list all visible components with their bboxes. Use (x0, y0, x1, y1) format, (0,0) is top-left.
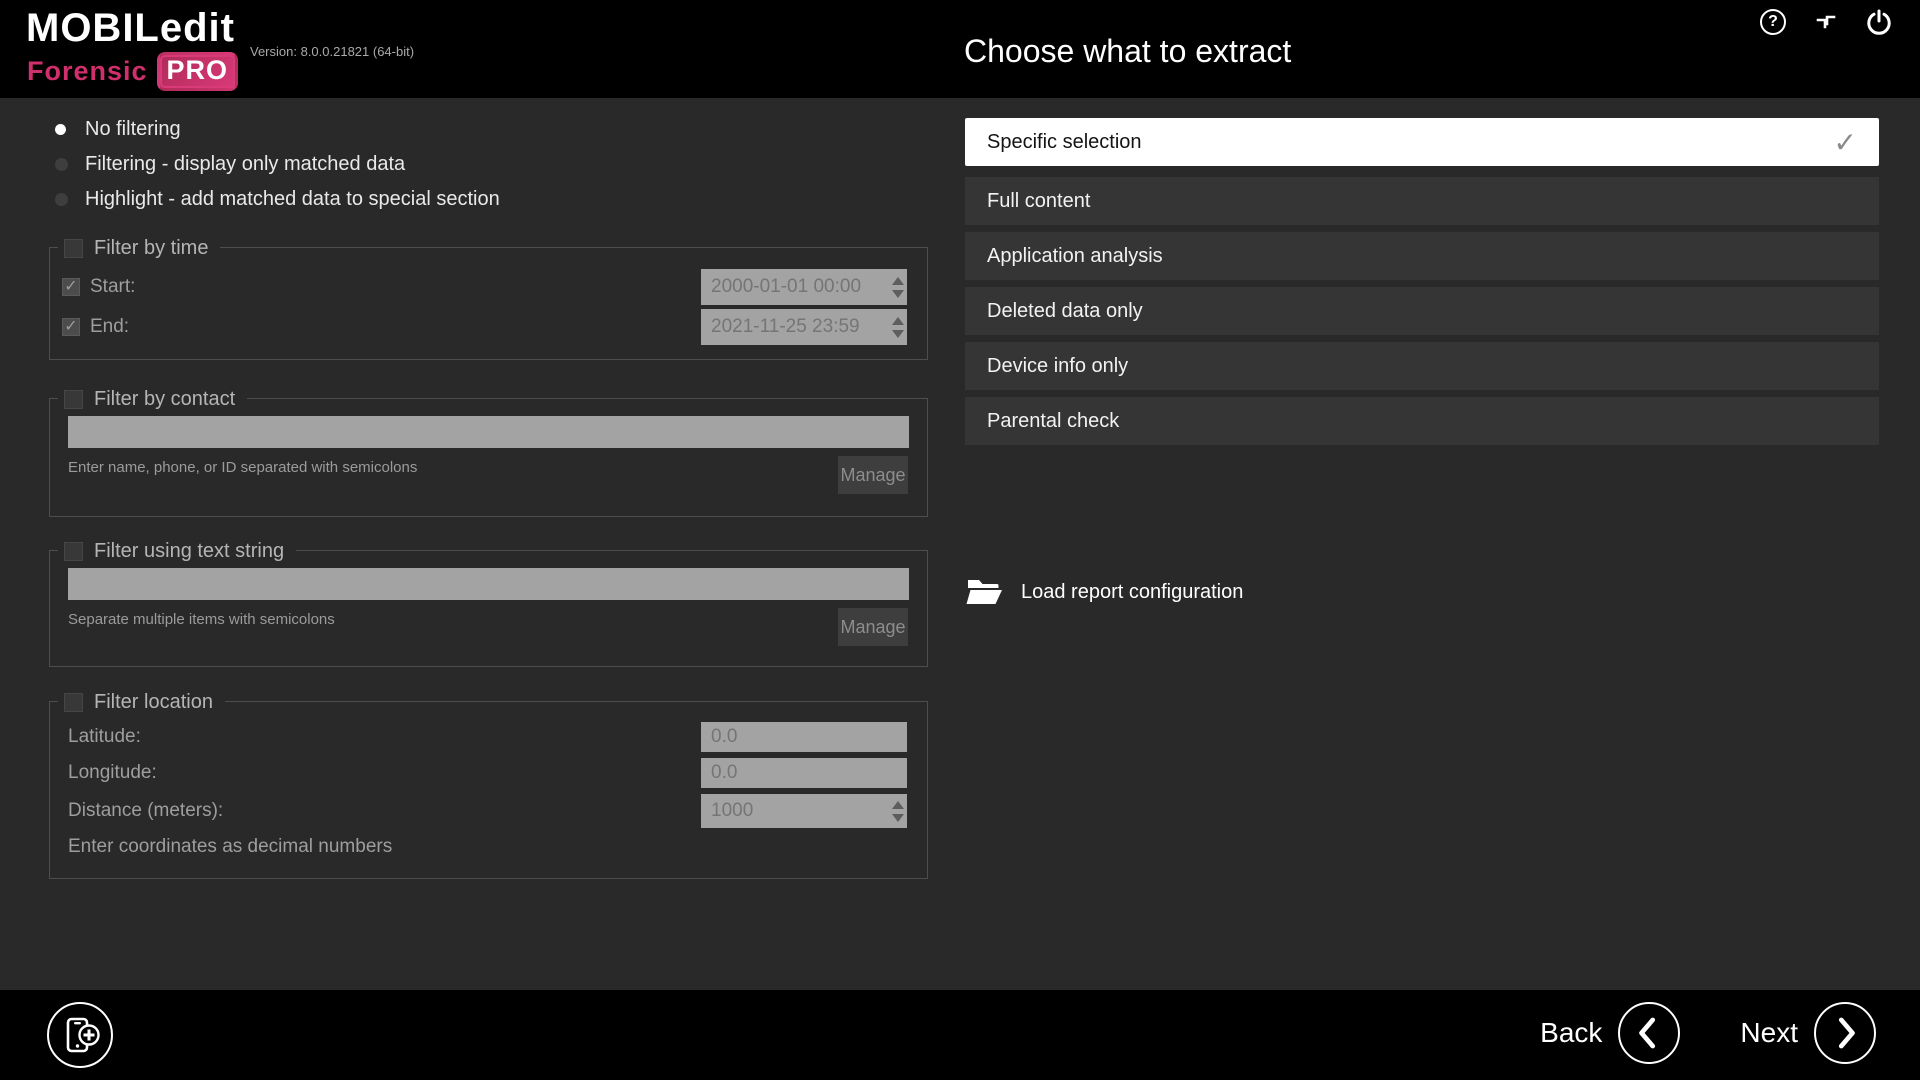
option-device-info-only[interactable]: Device info only (965, 342, 1879, 390)
filter-by-contact-checkbox[interactable] (64, 390, 83, 409)
end-datetime-input[interactable] (701, 309, 907, 345)
radio-label: No filtering (85, 118, 181, 141)
option-application-analysis[interactable]: Application analysis (965, 232, 1879, 280)
filter-by-time-legend: Filter by time (58, 234, 220, 262)
next-circle (1814, 1002, 1876, 1064)
filter-by-contact-label: Filter by contact (94, 388, 235, 411)
filter-by-contact-groupbox: Filter by contact Enter name, phone, or … (49, 398, 928, 517)
radio-filtering-matched[interactable]: Filtering - display only matched data (55, 149, 405, 179)
restore-window-icon (1814, 10, 1838, 34)
load-report-configuration-label: Load report configuration (1021, 581, 1243, 604)
radio-label: Highlight - add matched data to special … (85, 188, 500, 211)
contact-filter-hint: Enter name, phone, or ID separated with … (68, 459, 417, 476)
filter-location-label: Filter location (94, 691, 213, 714)
option-deleted-data-only[interactable]: Deleted data only (965, 287, 1879, 335)
start-datetime-spinner[interactable] (889, 269, 907, 305)
spinner-up-icon (892, 277, 904, 285)
option-parental-check[interactable]: Parental check (965, 397, 1879, 445)
add-phone-icon (58, 1013, 102, 1057)
open-folder-icon (966, 577, 1004, 607)
option-label: Device info only (987, 355, 1128, 378)
option-label: Application analysis (987, 245, 1163, 268)
latitude-label: Latitude: (68, 722, 141, 752)
start-label: Start: (90, 276, 135, 298)
spinner-down-icon (892, 330, 904, 338)
longitude-input[interactable] (701, 758, 907, 788)
start-datetime-input[interactable] (701, 269, 907, 305)
version-text: Version: 8.0.0.21821 (64-bit) (250, 44, 414, 59)
radio-label: Filtering - display only matched data (85, 153, 405, 176)
wizard-navigation: Back Next (1540, 1002, 1876, 1064)
radio-unselected-icon (55, 193, 68, 206)
latitude-input[interactable] (701, 722, 907, 752)
power-button[interactable] (1864, 7, 1894, 37)
filter-location-checkbox[interactable] (64, 693, 83, 712)
end-label: End: (90, 316, 129, 338)
back-button[interactable]: Back (1540, 1002, 1680, 1064)
location-hint: Enter coordinates as decimal numbers (68, 836, 392, 858)
filter-by-time-groupbox: Filter by time ✓ Start: ✓ End: (49, 247, 928, 360)
filter-by-time-checkbox[interactable] (64, 239, 83, 258)
help-button[interactable]: ? (1758, 7, 1788, 37)
power-icon (1865, 8, 1893, 36)
filter-by-contact-legend: Filter by contact (58, 385, 247, 413)
option-label: Full content (987, 190, 1090, 213)
distance-input[interactable] (701, 794, 907, 828)
option-full-content[interactable]: Full content (965, 177, 1879, 225)
page-title: Choose what to extract (964, 33, 1291, 70)
chevron-left-icon (1620, 1002, 1678, 1064)
radio-highlight-matched[interactable]: Highlight - add matched data to special … (55, 184, 500, 214)
distance-spinner[interactable] (889, 794, 907, 828)
radio-no-filtering[interactable]: No filtering (55, 114, 181, 144)
spinner-down-icon (892, 290, 904, 298)
option-label: Parental check (987, 410, 1119, 433)
spinner-up-icon (892, 801, 904, 809)
app-logo-subtitle: Forensic PRO (27, 52, 238, 91)
filter-text-string-groupbox: Filter using text string Separate multip… (49, 550, 928, 667)
contact-filter-input[interactable] (68, 416, 909, 448)
pro-badge: PRO (157, 52, 239, 91)
checkmark-icon: ✓ (1834, 126, 1857, 159)
chevron-right-icon (1816, 1002, 1874, 1064)
restore-window-button[interactable] (1811, 7, 1841, 37)
end-datetime-spinner[interactable] (889, 309, 907, 345)
help-icon: ? (1760, 9, 1786, 35)
mobiledit-window: MOBILedit Forensic PRO Version: 8.0.0.21… (0, 0, 1920, 1080)
header-bar: MOBILedit Forensic PRO Version: 8.0.0.21… (0, 0, 1920, 98)
footer-bar: Back Next (0, 990, 1920, 1080)
end-checkbox[interactable]: ✓ (62, 318, 80, 336)
distance-label: Distance (meters): (68, 794, 223, 828)
radio-selected-icon (55, 124, 66, 135)
longitude-label: Longitude: (68, 758, 157, 788)
option-label: Specific selection (987, 131, 1142, 154)
filter-text-string-label: Filter using text string (94, 540, 284, 563)
manage-contacts-button[interactable]: Manage (838, 456, 908, 494)
add-device-button[interactable] (47, 1002, 113, 1068)
app-logo-forensic: Forensic (27, 56, 148, 87)
start-checkbox[interactable]: ✓ (62, 278, 80, 296)
main-content: No filtering Filtering - display only ma… (0, 98, 1920, 990)
manage-text-strings-button[interactable]: Manage (838, 608, 908, 646)
back-label: Back (1540, 1017, 1602, 1049)
text-string-filter-input[interactable] (68, 568, 909, 600)
spinner-up-icon (892, 317, 904, 325)
filter-location-groupbox: Filter location Latitude: Longitude: Dis… (49, 701, 928, 879)
text-string-filter-hint: Separate multiple items with semicolons (68, 611, 335, 628)
filter-by-time-label: Filter by time (94, 237, 208, 260)
load-report-configuration-button[interactable]: Load report configuration (966, 570, 1243, 614)
start-field-label: ✓ Start: (62, 269, 135, 305)
next-button[interactable]: Next (1740, 1002, 1876, 1064)
radio-unselected-icon (55, 158, 68, 171)
next-label: Next (1740, 1017, 1798, 1049)
filter-location-legend: Filter location (58, 688, 225, 716)
app-logo-title: MOBILedit (26, 6, 235, 51)
filter-text-string-checkbox[interactable] (64, 542, 83, 561)
end-field-label: ✓ End: (62, 309, 129, 345)
window-controls: ? (1758, 7, 1894, 37)
spinner-down-icon (892, 814, 904, 822)
option-specific-selection[interactable]: Specific selection ✓ (965, 118, 1879, 166)
option-label: Deleted data only (987, 300, 1143, 323)
filter-text-string-legend: Filter using text string (58, 537, 296, 565)
back-circle (1618, 1002, 1680, 1064)
